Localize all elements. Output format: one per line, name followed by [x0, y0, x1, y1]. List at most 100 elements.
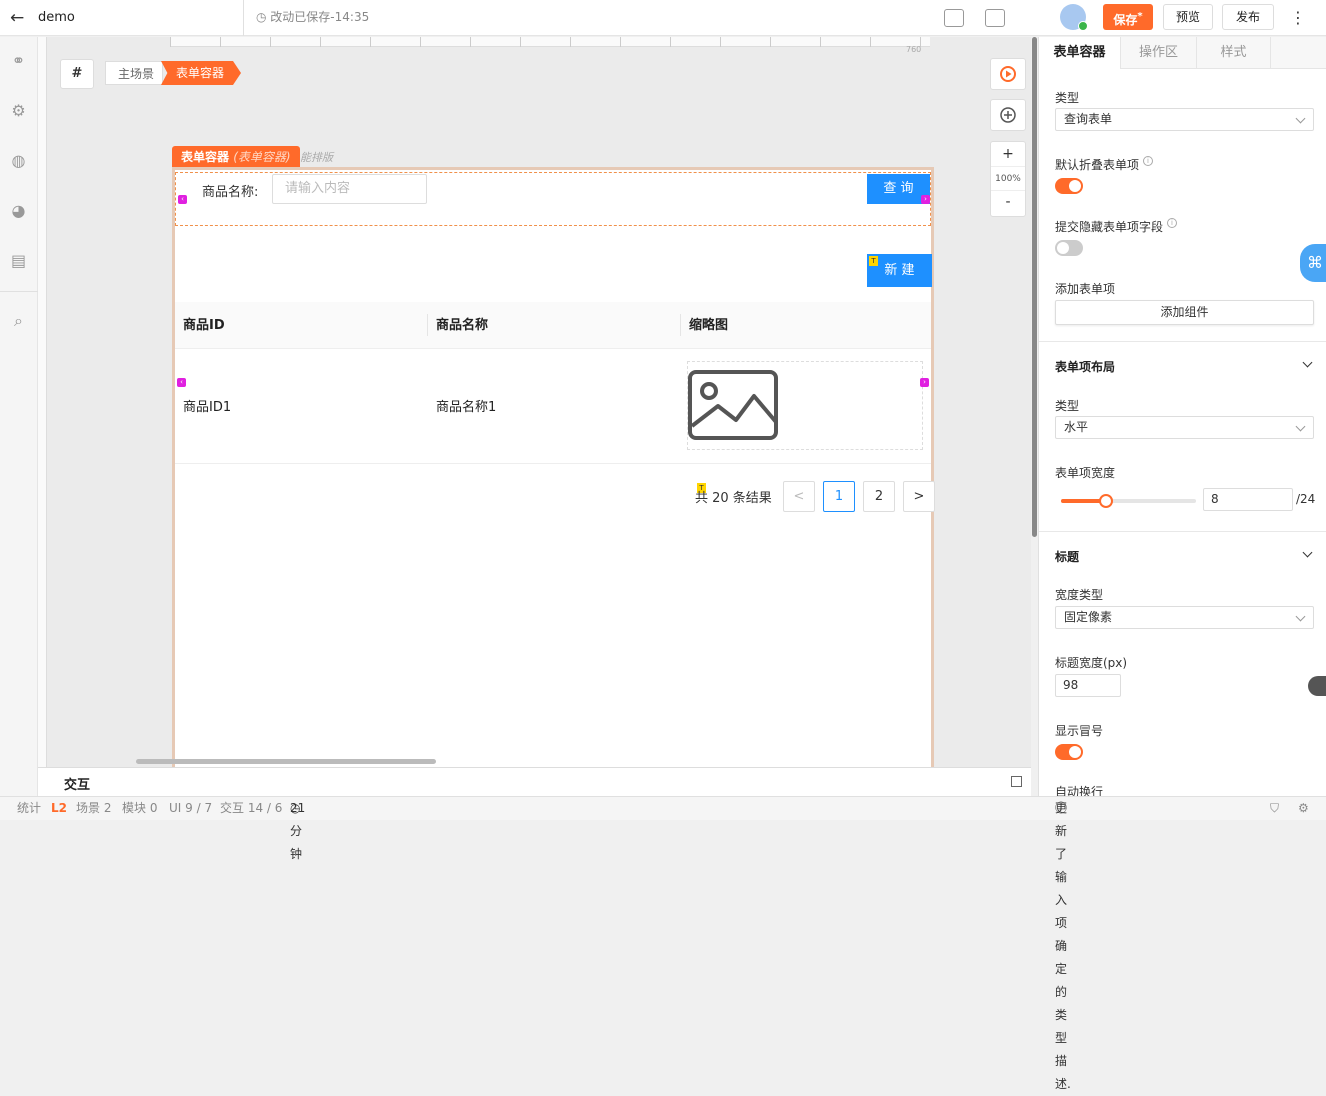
preview-button[interactable]: 预览: [1163, 4, 1213, 30]
query-input[interactable]: 请输入内容: [272, 174, 427, 204]
properties-tabs: 表单容器 操作区 样式: [1039, 37, 1326, 69]
zoom-out-button[interactable]: -: [991, 191, 1025, 216]
ruler-mark: 760: [906, 45, 922, 54]
item-width-slider[interactable]: [1061, 494, 1196, 508]
clock-icon: ◷: [256, 10, 271, 24]
report-icon[interactable]: ▤: [9, 251, 28, 270]
stats-label: 统计: [17, 801, 42, 815]
hide-field-toggle[interactable]: [1055, 240, 1083, 256]
more-menu-icon[interactable]: ⋮: [1290, 8, 1306, 27]
thumbnail-cell[interactable]: [687, 361, 923, 450]
show-colon-label: 显示冒号: [1055, 724, 1104, 738]
book-icon[interactable]: [985, 9, 1005, 27]
auto-wrap-label: 自动换行: [1055, 785, 1104, 796]
slider-handle[interactable]: [1098, 494, 1113, 508]
total-count: 共 20 条结果: [695, 491, 772, 506]
horizontal-scrollbar[interactable]: [136, 759, 436, 764]
type-label: 类型: [1055, 91, 1080, 105]
show-colon-toggle[interactable]: [1055, 744, 1083, 760]
form-container[interactable]: 商品名称: 请输入内容 查 询 ‹ › 新 建 T 商品ID 商品名称 缩略图 …: [172, 167, 935, 767]
locate-icon[interactable]: [990, 99, 1026, 131]
title-width-label: 标题宽度(px): [1055, 656, 1128, 670]
vertical-scrollbar[interactable]: [1031, 37, 1038, 767]
item-width-input[interactable]: 8: [1203, 488, 1293, 511]
save-status: ◷ 改动已保存-14:35: [243, 0, 369, 36]
interaction-panel: 交互: [38, 767, 1031, 796]
save-button[interactable]: 保存*: [1103, 4, 1153, 30]
info-icon: i: [1167, 218, 1178, 228]
search-icon[interactable]: ⌕: [9, 311, 28, 330]
add-item-label: 添加表单项: [1055, 282, 1116, 296]
row-right-handle[interactable]: ›: [920, 378, 929, 387]
status-bar: 统计 L2 场景 2 模块 0 UI 9 / 7 交互 14 / 6 ◷ 21分…: [0, 796, 1326, 1091]
resize-left-handle[interactable]: ‹: [178, 195, 187, 204]
interaction-count: 交互 14 / 6: [220, 801, 283, 815]
zoom-level: 100%: [991, 167, 1025, 191]
assistant-icon[interactable]: [1308, 676, 1326, 696]
settings-icon[interactable]: ⚙: [1298, 797, 1309, 820]
page-2-button[interactable]: 2: [863, 481, 895, 512]
keyboard-icon[interactable]: [944, 9, 964, 27]
breadcrumb-form-container[interactable]: 表单容器: [161, 61, 241, 85]
column-header-name: 商品名称: [436, 318, 489, 333]
width-type-select[interactable]: 固定像素: [1055, 606, 1314, 629]
play-icon[interactable]: [990, 58, 1026, 90]
canvas[interactable]: 760 # 主场景 表单容器 + 100% - 表单容器 (表单容器) 能排版 …: [38, 37, 1038, 767]
query-form-row[interactable]: 商品名称: 请输入内容 查 询 ‹ ›: [175, 172, 931, 226]
command-icon[interactable]: ⌘: [1300, 244, 1326, 282]
breadcrumb-main-scene[interactable]: 主场景: [105, 61, 163, 85]
settings-icon[interactable]: ⚙: [9, 101, 28, 120]
restore-panel-icon[interactable]: [1011, 776, 1022, 787]
title-width-input[interactable]: 98: [1055, 674, 1121, 697]
hide-field-label: 提交隐藏表单项字段 i: [1055, 218, 1178, 235]
chevron-down-icon[interactable]: [1302, 357, 1313, 368]
publish-button[interactable]: 发布: [1222, 4, 1274, 30]
column-header-thumbnail: 缩略图: [689, 318, 729, 333]
ui-count: UI 9 / 7: [169, 801, 213, 815]
globe-icon[interactable]: ◍: [9, 151, 28, 170]
tab-action-area[interactable]: 操作区: [1121, 37, 1197, 69]
layout-section-header[interactable]: 表单项布局: [1055, 358, 1115, 375]
pagination: T 共 20 条结果 < 1 2 >: [175, 481, 935, 513]
table-row[interactable]: 商品ID1 商品名称1 ‹ ›: [175, 349, 931, 464]
properties-panel: 表单容器 操作区 样式 类型 查询表单 默认折叠表单项 i 提交隐藏表单项字段 i …: [1038, 37, 1326, 796]
prev-page-button[interactable]: <: [783, 481, 815, 512]
module-count: 模块 0: [122, 801, 158, 815]
interaction-panel-title: 交互: [64, 778, 91, 793]
text-badge: T: [869, 256, 878, 266]
image-placeholder-icon: [688, 370, 778, 440]
zoom-control: + 100% -: [990, 141, 1026, 217]
layout-type-select[interactable]: 水平: [1055, 416, 1314, 439]
tab-form-container[interactable]: 表单容器: [1039, 37, 1121, 69]
form-container-tag[interactable]: 表单容器 (表单容器): [172, 146, 300, 168]
add-component-button[interactable]: 添加组件: [1055, 300, 1314, 325]
title-section-header[interactable]: 标题: [1055, 548, 1079, 565]
level-badge: L2: [51, 801, 67, 815]
tab-style[interactable]: 样式: [1197, 37, 1271, 69]
ghost-label: 能排版: [300, 151, 333, 164]
shield-icon[interactable]: ⛉: [1270, 797, 1279, 820]
app-name: demo: [38, 10, 75, 25]
collapse-toggle[interactable]: [1055, 178, 1083, 194]
left-toolbar: ⚭ ⚙ ◍ ◕ ▤ ⌕: [0, 37, 38, 796]
collapse-label: 默认折叠表单项 i: [1055, 156, 1154, 173]
chevron-down-icon[interactable]: [1302, 547, 1313, 558]
next-page-button[interactable]: >: [903, 481, 935, 512]
scene-count: 场景 2: [76, 801, 112, 815]
item-width-label: 表单项宽度: [1055, 466, 1116, 480]
link-icon[interactable]: ⚭: [9, 51, 28, 70]
back-arrow-icon[interactable]: ←: [10, 8, 24, 28]
table-header: 商品ID 商品名称 缩略图: [175, 302, 931, 349]
resize-right-handle[interactable]: ›: [921, 195, 930, 204]
cell-id: 商品ID1: [183, 400, 232, 415]
type-select[interactable]: 查询表单: [1055, 108, 1314, 131]
zoom-in-button[interactable]: +: [991, 142, 1025, 167]
hash-button[interactable]: #: [60, 59, 94, 89]
avatar[interactable]: [1060, 4, 1088, 31]
page-1-button[interactable]: 1: [823, 481, 855, 512]
horizontal-ruler: [170, 37, 930, 47]
row-left-handle[interactable]: ‹: [177, 378, 186, 387]
palette-icon[interactable]: ◕: [9, 201, 28, 220]
query-field-label: 商品名称:: [202, 185, 259, 200]
layout-type-label: 类型: [1055, 399, 1080, 413]
